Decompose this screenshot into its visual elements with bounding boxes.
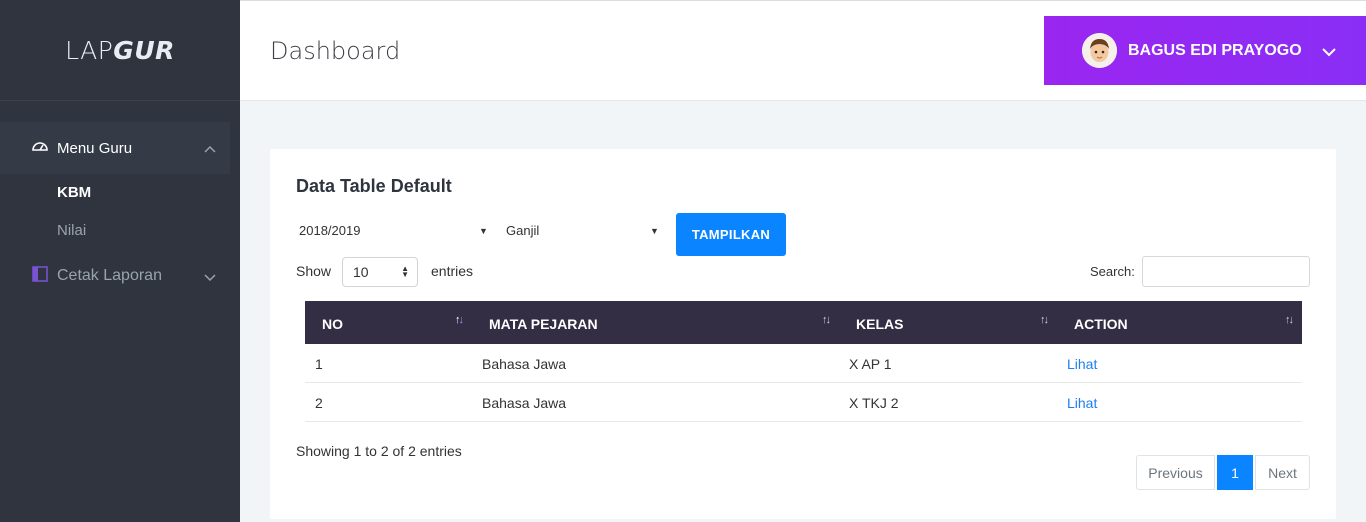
data-table-card: Data Table Default 2018/2019 ▼ Ganjil ▼ … bbox=[270, 149, 1336, 519]
brand-logo[interactable]: LAP GUR bbox=[0, 0, 240, 101]
card-title: Data Table Default bbox=[296, 176, 452, 196]
cell-mapel: Bahasa Jawa bbox=[482, 356, 567, 372]
year-select-value: 2018/2019 bbox=[299, 223, 361, 238]
semester-select[interactable]: Ganjil ▼ bbox=[506, 223, 661, 238]
page-length-select[interactable]: 10 ▲ ▼ bbox=[342, 257, 418, 287]
top-header: Dashboard BAGUS EDI PRAYOGO bbox=[240, 0, 1366, 101]
table-row: 1 Bahasa Jawa X AP 1 Lihat bbox=[305, 344, 1302, 383]
data-table: NO ↑↓ MATA PEJARAN ↑↓ KELAS ↑↓ ACTION ↑↓… bbox=[305, 301, 1302, 422]
tampilkan-button[interactable]: TAMPILKAN bbox=[676, 213, 786, 256]
year-select[interactable]: 2018/2019 ▼ bbox=[299, 223, 489, 238]
sidebar-item-cetak-laporan[interactable]: Cetak Laporan bbox=[0, 255, 230, 297]
brand-light: LAP bbox=[65, 35, 114, 65]
cell-no: 1 bbox=[315, 356, 323, 372]
chevron-down-icon bbox=[1322, 44, 1336, 62]
lihat-link[interactable]: Lihat bbox=[1067, 395, 1097, 411]
sort-asc-icon: ↑↓ bbox=[455, 314, 464, 326]
cell-kelas: X TKJ 2 bbox=[849, 395, 899, 411]
column-header-label: MATA PEJARAN bbox=[489, 316, 598, 332]
brand-bold: GUR bbox=[113, 35, 175, 65]
sidebar-item-label: Menu Guru bbox=[57, 139, 133, 157]
sidebar-item-menu-guru[interactable]: Menu Guru bbox=[0, 122, 230, 174]
table-info: Showing 1 to 2 of 2 entries bbox=[296, 443, 462, 459]
avatar bbox=[1082, 33, 1117, 68]
show-label: Show bbox=[296, 263, 332, 279]
chevron-up-icon bbox=[204, 140, 216, 158]
page-1-button[interactable]: 1 bbox=[1217, 455, 1253, 490]
column-header-mata-pelajaran[interactable]: MATA PEJARAN ↑↓ bbox=[472, 301, 839, 344]
search-label: Search: bbox=[1090, 264, 1135, 279]
page-length-value: 10 bbox=[353, 264, 369, 280]
cell-mapel: Bahasa Jawa bbox=[482, 395, 567, 411]
lihat-link[interactable]: Lihat bbox=[1067, 356, 1097, 372]
search-input[interactable] bbox=[1142, 256, 1310, 287]
cell-kelas: X AP 1 bbox=[849, 356, 892, 372]
column-header-label: ACTION bbox=[1074, 316, 1128, 332]
sort-icon: ↑↓ bbox=[1040, 314, 1049, 326]
table-row: 2 Bahasa Jawa X TKJ 2 Lihat bbox=[305, 383, 1302, 422]
entries-label: entries bbox=[431, 263, 474, 279]
next-button[interactable]: Next bbox=[1255, 455, 1310, 490]
book-icon bbox=[32, 265, 48, 287]
sidebar-subitem-nilai[interactable]: Nilai bbox=[57, 222, 86, 239]
sidebar-item-label: Cetak Laporan bbox=[57, 267, 162, 284]
sort-icon: ↑↓ bbox=[822, 314, 831, 326]
dashboard-icon bbox=[32, 139, 48, 157]
column-header-no[interactable]: NO ↑↓ bbox=[305, 301, 472, 344]
page-title: Dashboard bbox=[270, 37, 401, 65]
sidebar-subitem-kbm[interactable]: KBM bbox=[57, 184, 91, 201]
caret-down-icon: ▼ bbox=[650, 226, 659, 236]
user-name: BAGUS EDI PRAYOGO bbox=[1128, 41, 1302, 59]
semester-select-value: Ganjil bbox=[506, 223, 540, 238]
column-header-action[interactable]: ACTION ↑↓ bbox=[1057, 301, 1302, 344]
column-header-kelas[interactable]: KELAS ↑↓ bbox=[839, 301, 1057, 344]
cell-action: Lihat bbox=[1057, 383, 1302, 421]
chevron-down-icon bbox=[204, 269, 216, 287]
cell-no: 2 bbox=[315, 395, 323, 411]
column-header-label: KELAS bbox=[856, 316, 904, 332]
table-header: NO ↑↓ MATA PEJARAN ↑↓ KELAS ↑↓ ACTION ↑↓ bbox=[305, 301, 1302, 344]
sort-icon: ↑↓ bbox=[1285, 314, 1294, 326]
sidebar: LAP GUR Menu Guru KBM Nilai Cetak Laporan bbox=[0, 0, 240, 522]
pagination: Previous 1 Next bbox=[1136, 455, 1310, 490]
cell-action: Lihat bbox=[1057, 344, 1302, 382]
caret-down-icon: ▼ bbox=[479, 226, 488, 236]
user-menu[interactable]: BAGUS EDI PRAYOGO bbox=[1044, 16, 1366, 85]
updown-icon: ▲ ▼ bbox=[401, 264, 409, 279]
previous-button[interactable]: Previous bbox=[1136, 455, 1215, 490]
column-header-label: NO bbox=[322, 316, 343, 332]
